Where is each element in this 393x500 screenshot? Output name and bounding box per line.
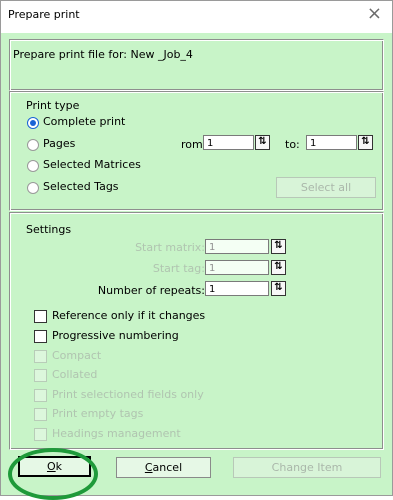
spin-arrows-icon[interactable]: ⇅ — [271, 260, 286, 275]
to-field[interactable]: 1 — [306, 135, 357, 150]
cancel-button[interactable]: Cancel — [116, 457, 211, 478]
select-all-button[interactable]: Select all — [276, 177, 376, 198]
change-item-button[interactable]: Change Item — [233, 457, 381, 478]
checkbox-print-selectioned-label: Print selectioned fields only — [52, 388, 204, 401]
radio-pages-label: Pages — [43, 137, 76, 150]
radio-selected-matrices-label: Selected Matrices — [43, 158, 141, 171]
header-group: Prepare print file for: New _Job_4 — [9, 39, 384, 91]
spin-arrows-icon[interactable]: ⇅ — [358, 135, 373, 150]
checkbox-progressive-numbering-label: Progressive numbering — [52, 329, 179, 342]
print-type-group: Print type Complete print Pages rom: 1 ⇅… — [9, 91, 384, 211]
checkbox-compact-label: Compact — [52, 349, 102, 362]
start-tag-field[interactable]: 1 — [205, 260, 269, 275]
spin-arrows-icon[interactable]: ⇅ — [255, 135, 270, 150]
window-title: Prepare print — [8, 8, 80, 21]
checkbox-reference-only[interactable] — [34, 310, 47, 323]
dialog-body: Prepare print file for: New _Job_4 Print… — [1, 33, 392, 495]
start-matrix-label: Start matrix: — [135, 241, 205, 254]
checkbox-compact[interactable] — [34, 350, 47, 363]
checkbox-print-selectioned[interactable] — [34, 389, 47, 402]
checkbox-print-empty-tags[interactable] — [34, 408, 47, 421]
checkbox-reference-only-label: Reference only if it changes — [52, 309, 206, 322]
radio-selected-matrices[interactable] — [27, 160, 39, 172]
from-field[interactable]: 1 — [203, 135, 254, 150]
spin-arrows-icon[interactable]: ⇅ — [271, 281, 286, 296]
checkbox-progressive-numbering[interactable] — [34, 330, 47, 343]
checkbox-collated[interactable] — [34, 369, 47, 382]
checkbox-headings-management[interactable] — [34, 428, 47, 441]
radio-complete-print[interactable] — [27, 117, 39, 129]
settings-label: Settings — [26, 223, 72, 236]
close-icon[interactable]: × — [367, 4, 382, 24]
radio-complete-print-label: Complete print — [43, 115, 126, 128]
repeats-label: Number of repeats: — [97, 284, 205, 297]
radio-selected-tags[interactable] — [27, 182, 39, 194]
prepare-label: Prepare print file for: New _Job_4 — [13, 48, 193, 61]
checkbox-print-empty-tags-label: Print empty tags — [52, 407, 144, 420]
spin-arrows-icon[interactable]: ⇅ — [271, 239, 286, 254]
start-matrix-field[interactable]: 1 — [205, 239, 269, 254]
to-label: to: — [285, 138, 300, 151]
print-type-label: Print type — [26, 99, 80, 112]
repeats-field[interactable]: 1 — [205, 281, 269, 296]
settings-group: Settings Start matrix: 1 ⇅ Start tag: 1 … — [9, 212, 384, 450]
checkbox-collated-label: Collated — [52, 368, 98, 381]
radio-selected-tags-label: Selected Tags — [43, 180, 119, 193]
checkbox-headings-management-label: Headings management — [52, 427, 181, 440]
radio-pages[interactable] — [27, 139, 39, 151]
prepare-print-dialog: Prepare print × Prepare print file for: … — [0, 0, 393, 500]
start-tag-label: Start tag: — [152, 262, 205, 275]
ok-button[interactable]: Ok — [18, 456, 91, 477]
title-bar: Prepare print × — [1, 1, 392, 33]
